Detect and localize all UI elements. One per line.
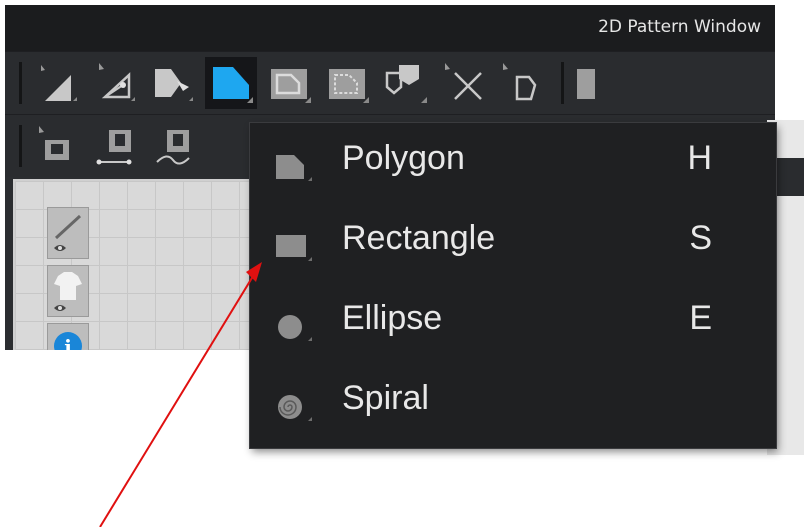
- toolbar-separator: [561, 62, 564, 104]
- shape-tool-dropdown-menu: Polygon H Rectangle S Ellipse E Spiral: [250, 123, 776, 448]
- menu-item-spiral[interactable]: Spiral: [250, 365, 776, 445]
- menu-item-shortcut: H: [687, 139, 712, 177]
- menu-item-shortcut: S: [689, 219, 712, 257]
- menu-item-polygon[interactable]: Polygon H: [250, 125, 776, 205]
- rectangle-icon: [270, 225, 320, 265]
- transform-pattern-icon[interactable]: [147, 57, 199, 109]
- menu-item-ellipse[interactable]: Ellipse E: [250, 285, 776, 365]
- menu-item-label: Spiral: [342, 379, 429, 417]
- trace-icon[interactable]: [379, 57, 431, 109]
- polygon-icon: [270, 145, 320, 185]
- ellipse-icon: [270, 305, 320, 345]
- free-sewing-icon[interactable]: [147, 120, 199, 172]
- svg-text:i: i: [64, 335, 72, 350]
- polygon-tool-icon[interactable]: [205, 57, 257, 109]
- window-titlebar: 2D Pattern Window: [5, 5, 775, 51]
- internal-polygon-icon[interactable]: [321, 57, 373, 109]
- menu-item-label: Rectangle: [342, 219, 496, 257]
- more-tools-icon[interactable]: [571, 57, 601, 109]
- info-button[interactable]: i: [47, 323, 89, 350]
- select-triangle-icon[interactable]: [31, 57, 83, 109]
- toolbar-grip[interactable]: [19, 125, 22, 167]
- garment-visibility-button[interactable]: [47, 265, 89, 317]
- sewing-tool-icon[interactable]: [31, 120, 83, 172]
- toolbar-row-1: [5, 51, 775, 114]
- internal-rectangle-icon[interactable]: [263, 57, 315, 109]
- window-title: 2D Pattern Window: [598, 17, 761, 37]
- add-point-icon[interactable]: [495, 57, 547, 109]
- menu-item-label: Polygon: [342, 139, 465, 177]
- menu-item-shortcut: E: [689, 299, 712, 337]
- menu-item-rectangle[interactable]: Rectangle S: [250, 205, 776, 285]
- edit-point-icon[interactable]: [89, 57, 141, 109]
- spiral-icon: [270, 385, 320, 425]
- pattern-canvas[interactable]: i: [13, 179, 267, 350]
- toolbar-grip[interactable]: [19, 62, 22, 104]
- menu-item-label: Ellipse: [342, 299, 443, 337]
- cut-icon[interactable]: [437, 57, 489, 109]
- segment-sewing-icon[interactable]: [89, 120, 141, 172]
- needle-visibility-button[interactable]: [47, 207, 89, 259]
